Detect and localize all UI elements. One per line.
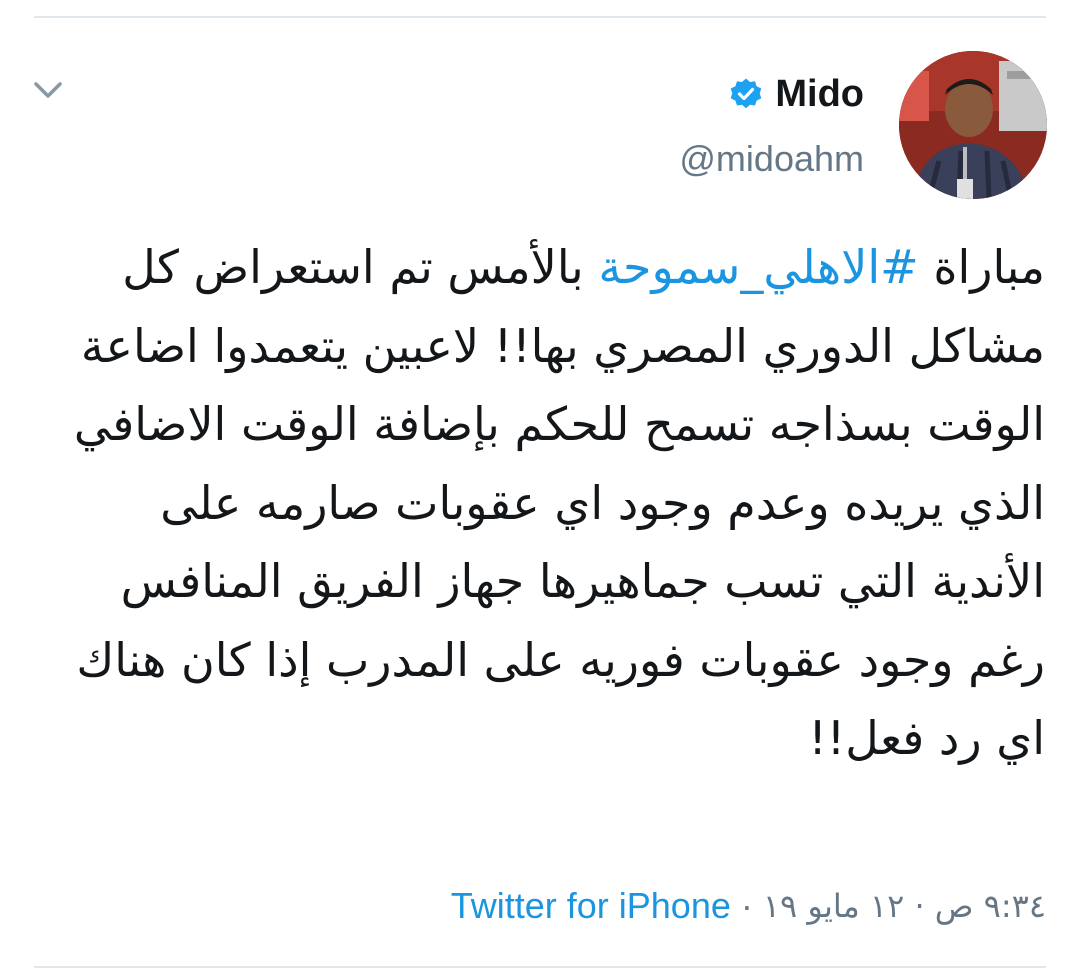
- display-name: Mido: [775, 72, 864, 115]
- top-divider: [34, 16, 1046, 18]
- hashtag-link[interactable]: #الاهلي_سموحة: [598, 240, 918, 294]
- tweet-detail: Mido @midoahm مباراة #الاهلي_سموحة بالأم…: [0, 0, 1080, 975]
- verified-badge-icon: [731, 78, 762, 109]
- timestamp[interactable]: ٩:٣٤ ص · ١٢ مايو ١٩: [763, 887, 1046, 925]
- tweet-text: مباراة #الاهلي_سموحة بالأمس تم استعراض ك…: [50, 228, 1045, 778]
- avatar[interactable]: [899, 51, 1047, 199]
- tweet-meta: Twitter for iPhone · ٩:٣٤ ص · ١٢ مايو ١٩: [451, 880, 1046, 932]
- bottom-divider: [34, 966, 1046, 968]
- chevron-down-icon[interactable]: [30, 76, 66, 104]
- meta-separator: ·: [740, 885, 753, 926]
- profile-photo-icon: [899, 51, 1047, 199]
- username-handle[interactable]: @midoahm: [679, 138, 864, 180]
- tweet-text-before-hashtag: مباراة: [918, 240, 1045, 294]
- author-name-row[interactable]: Mido: [729, 68, 864, 120]
- source-link[interactable]: Twitter for iPhone: [451, 885, 731, 927]
- tweet-text-after-hashtag: بالأمس تم استعراض كل مشاكل الدوري المصري…: [73, 240, 1045, 765]
